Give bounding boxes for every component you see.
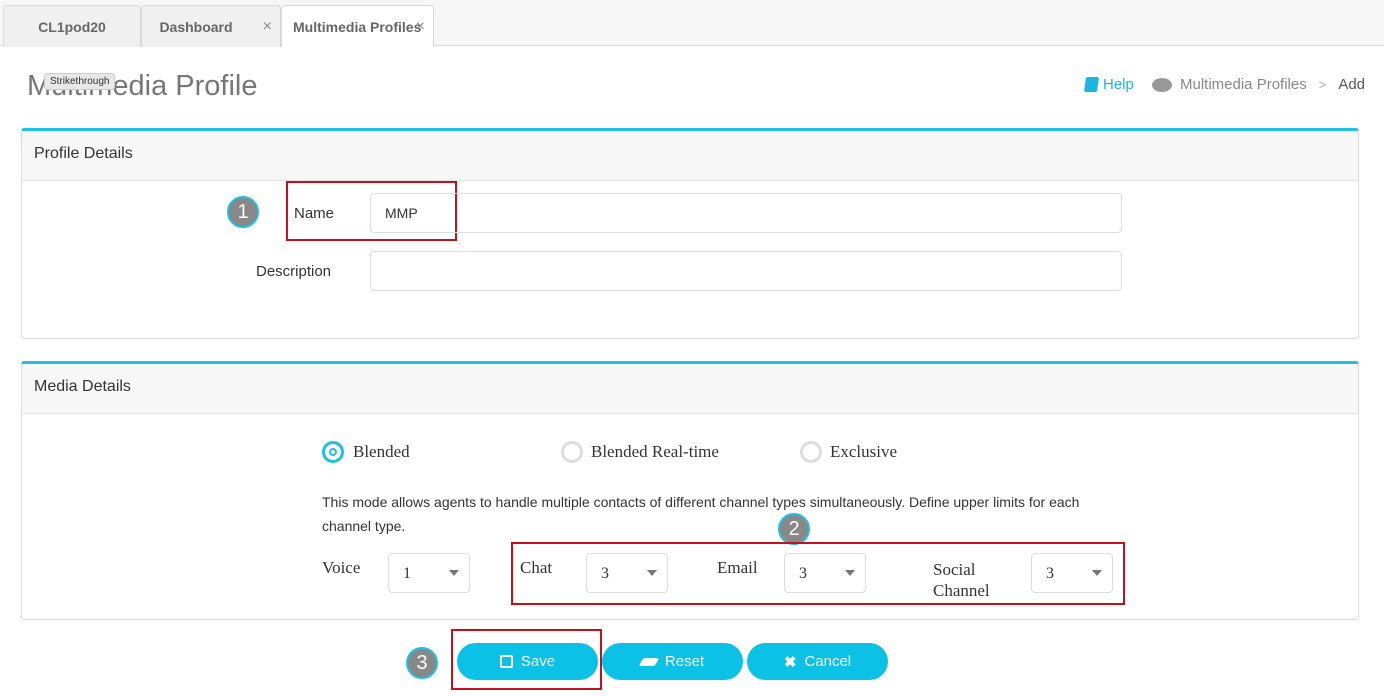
- caret-down-icon: [449, 570, 459, 576]
- eraser-icon: [638, 657, 660, 666]
- button-label: Reset: [664, 653, 705, 670]
- tab-bar: CL1pod20 Dashboard × Multimedia Profiles ×: [0, 0, 1384, 47]
- reset-button[interactable]: Reset: [602, 643, 743, 680]
- chat-bubbles-icon: [1152, 77, 1172, 92]
- callout-badge: 1: [227, 196, 259, 228]
- callout-badge: 2: [778, 513, 810, 545]
- callout-badge: 3: [406, 647, 438, 679]
- caret-down-icon: [845, 570, 855, 576]
- floppy-disk-icon: [499, 655, 513, 668]
- tooltip: Strikethrough: [44, 73, 116, 90]
- tab-label: CL1pod20: [38, 18, 106, 35]
- breadcrumb-current: Add: [1338, 76, 1366, 93]
- help-link[interactable]: Help: [1083, 76, 1134, 93]
- breadcrumb: Multimedia Profiles > Add: [1152, 76, 1365, 93]
- button-label: Save: [520, 653, 556, 670]
- social-channel-select[interactable]: 3: [1031, 553, 1113, 593]
- radio-exclusive[interactable]: [800, 441, 822, 463]
- panel-header: Profile Details: [22, 131, 1358, 181]
- profile-details-panel: Profile Details: [21, 128, 1359, 339]
- close-icon: ✖: [783, 653, 797, 671]
- voice-select[interactable]: 1: [388, 553, 470, 593]
- radio-blended-realtime[interactable]: [561, 441, 583, 463]
- description-input[interactable]: [370, 251, 1122, 291]
- email-select[interactable]: 3: [784, 553, 866, 593]
- help-label: Help: [1103, 76, 1134, 93]
- radio-label: Blended: [353, 442, 410, 461]
- name-input[interactable]: MMP: [370, 193, 1122, 233]
- save-button[interactable]: Save: [457, 643, 598, 680]
- tab-label: Multimedia Profiles: [293, 18, 422, 35]
- radio-label: Blended Real-time: [591, 442, 719, 461]
- select-value: 3: [799, 565, 807, 582]
- chat-select[interactable]: 3: [586, 553, 668, 593]
- radio-blended[interactable]: [322, 441, 344, 463]
- name-label: Name: [294, 205, 335, 222]
- tab-multimedia-profiles[interactable]: Multimedia Profiles ×: [281, 5, 434, 47]
- description-label: Description: [256, 263, 332, 280]
- voice-label: Voice: [322, 558, 361, 577]
- caret-down-icon: [647, 570, 657, 576]
- cancel-button[interactable]: ✖ Cancel: [747, 643, 888, 680]
- close-icon[interactable]: ×: [263, 18, 272, 36]
- breadcrumb-separator: >: [1318, 77, 1327, 92]
- radio-label: Exclusive: [830, 442, 898, 461]
- book-icon: [1083, 77, 1100, 92]
- tab-dashboard[interactable]: Dashboard ×: [141, 5, 281, 47]
- tab-label: Dashboard: [159, 18, 233, 35]
- select-value: 3: [601, 565, 609, 582]
- close-icon[interactable]: ×: [416, 18, 425, 36]
- social-channel-label: Social Channel: [933, 560, 990, 600]
- panel-header: Media Details: [22, 364, 1358, 414]
- select-value: 1: [403, 565, 411, 582]
- caret-down-icon: [1092, 570, 1102, 576]
- button-label: Cancel: [804, 653, 852, 670]
- mode-description: This mode allows agents to handle multip…: [322, 494, 1080, 534]
- breadcrumb-section[interactable]: Multimedia Profiles: [1180, 76, 1307, 93]
- tab-cl1pod20[interactable]: CL1pod20: [3, 5, 141, 47]
- chat-label: Chat: [520, 558, 553, 577]
- email-label: Email: [717, 558, 758, 577]
- select-value: 3: [1046, 565, 1054, 582]
